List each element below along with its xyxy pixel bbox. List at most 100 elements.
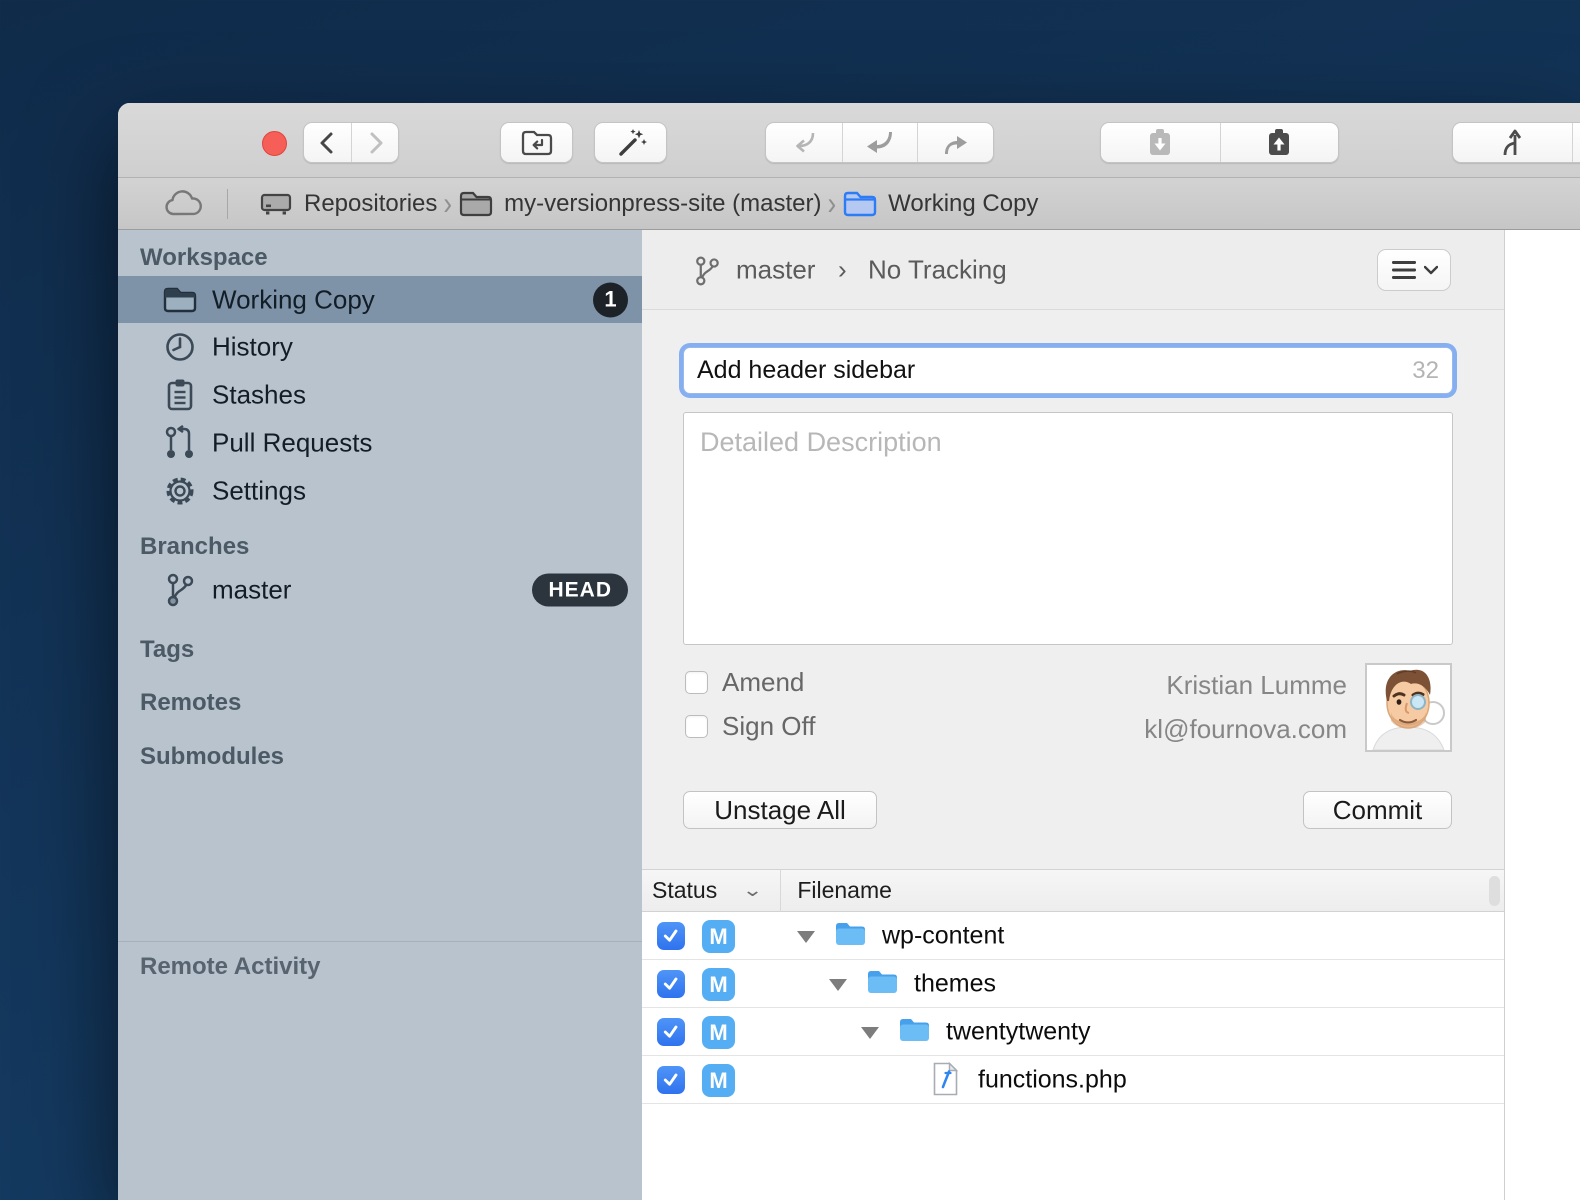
branch-chevron-icon: › xyxy=(838,254,847,285)
sidebar-item-working-copy[interactable]: Working Copy 1 xyxy=(118,276,642,323)
cloud-icon[interactable] xyxy=(163,189,205,219)
file-list: M wp-content M xyxy=(642,912,1504,1200)
commit-panel: master › No Tracking 32 xyxy=(642,230,1505,1200)
stage-checkbox[interactable] xyxy=(657,1066,685,1094)
unstage-all-button[interactable]: Unstage All xyxy=(683,791,877,829)
author-email: kl@fournova.com xyxy=(1144,707,1347,751)
commit-description-textarea[interactable] xyxy=(683,412,1453,645)
unstage-all-label: Unstage All xyxy=(714,795,846,826)
commit-button[interactable]: Commit xyxy=(1303,791,1452,829)
working-copy-folder-icon xyxy=(161,281,199,319)
sidebar-item-settings[interactable]: Settings xyxy=(118,467,642,515)
file-row-wp-content[interactable]: M wp-content xyxy=(642,912,1504,960)
filename-column-header[interactable]: Filename xyxy=(781,877,892,904)
gear-icon xyxy=(161,472,199,510)
stage-checkbox[interactable] xyxy=(657,970,685,998)
check-icon xyxy=(661,974,681,994)
open-repository-button[interactable] xyxy=(501,123,572,162)
working-copy-count-badge: 1 xyxy=(593,282,628,317)
stash-save-icon xyxy=(1145,127,1175,159)
file-list-header: Status ⌄ Filename xyxy=(642,869,1504,912)
merge-button[interactable] xyxy=(1453,123,1572,162)
file-row-themes[interactable]: M themes xyxy=(642,960,1504,1008)
file-name: themes xyxy=(914,969,996,998)
head-badge: HEAD xyxy=(532,574,628,607)
sidebar-item-branch-master[interactable]: master HEAD xyxy=(118,566,642,614)
fetch-button[interactable] xyxy=(766,123,842,162)
pull-arrow-icon xyxy=(865,129,895,157)
disclosure-triangle-icon[interactable] xyxy=(861,1027,879,1039)
author-avatar[interactable] xyxy=(1365,663,1452,752)
breadcrumb-label: Working Copy xyxy=(888,190,1038,218)
quick-actions-button[interactable] xyxy=(595,123,666,162)
sidebar-header-remote-activity: Remote Activity xyxy=(140,953,321,981)
stage-checkbox[interactable] xyxy=(657,922,685,950)
magic-wand-icon xyxy=(615,127,647,159)
content-area: Workspace Working Copy 1 xyxy=(118,230,1580,1200)
file-name: functions.php xyxy=(978,1065,1127,1094)
disclosure-triangle-icon[interactable] xyxy=(797,931,815,943)
toolbar xyxy=(118,103,1580,178)
folder-return-icon xyxy=(520,128,554,158)
breadcrumb-working-copy[interactable]: Working Copy xyxy=(842,189,1038,219)
merge-group xyxy=(1452,122,1580,163)
forward-button[interactable] xyxy=(351,123,398,162)
author-name: Kristian Lumme xyxy=(1144,663,1347,707)
chevron-right-icon xyxy=(362,130,388,156)
quick-actions-group xyxy=(594,122,667,163)
breadcrumb-repo[interactable]: my-versionpress-site (master) xyxy=(458,189,821,219)
modified-status-badge: M xyxy=(702,920,735,953)
php-file-icon xyxy=(932,1062,959,1096)
tracking-status-label[interactable]: No Tracking xyxy=(868,254,1007,285)
breadcrumb-label: Repositories xyxy=(304,190,437,218)
sign-off-row: Sign Off xyxy=(685,711,815,741)
git-branch-icon xyxy=(161,571,199,609)
view-options-button[interactable] xyxy=(1377,249,1451,291)
sidebar-item-label: Stashes xyxy=(212,380,306,411)
pull-button[interactable] xyxy=(842,123,918,162)
app-window: Repositories › my-versionpress-site (mas… xyxy=(118,103,1580,1200)
sidebar-item-label: History xyxy=(212,332,293,363)
check-icon xyxy=(661,1022,681,1042)
pull-request-icon xyxy=(161,424,199,462)
commit-button-label: Commit xyxy=(1333,795,1423,826)
breadcrumb-repositories[interactable]: Repositories xyxy=(258,188,437,220)
push-button[interactable] xyxy=(917,123,993,162)
stage-checkbox[interactable] xyxy=(657,1018,685,1046)
commit-subject-input[interactable] xyxy=(684,348,1452,393)
breadcrumb-separator xyxy=(227,189,228,219)
amend-checkbox[interactable] xyxy=(685,671,708,694)
current-branch-label[interactable]: master xyxy=(736,254,815,285)
disclosure-triangle-icon[interactable] xyxy=(829,979,847,991)
hamburger-icon xyxy=(1391,260,1417,280)
modified-status-badge: M xyxy=(702,1016,735,1049)
toolbar-cutoff-button[interactable] xyxy=(1572,123,1580,162)
working-copy-folder-icon xyxy=(842,189,878,219)
sign-off-checkbox[interactable] xyxy=(685,715,708,738)
sidebar-header-remotes: Remotes xyxy=(140,689,241,717)
back-button[interactable] xyxy=(304,123,351,162)
sidebar-item-history[interactable]: History xyxy=(118,323,642,371)
modified-status-badge: M xyxy=(702,968,735,1001)
modified-status-badge: M xyxy=(702,1064,735,1097)
fetch-arrow-icon xyxy=(789,129,819,157)
file-row-functions-php[interactable]: M functions.php xyxy=(642,1056,1504,1104)
sidebar-item-stashes[interactable]: Stashes xyxy=(118,371,642,419)
sidebar-header-submodules: Submodules xyxy=(140,743,284,771)
status-column-header[interactable]: Status xyxy=(642,877,717,904)
sync-group xyxy=(765,122,994,163)
status-sort-chevron-icon[interactable]: ⌄ xyxy=(742,880,763,901)
check-icon xyxy=(661,926,681,946)
scrollbar-thumb[interactable] xyxy=(1489,876,1500,906)
sidebar-item-label: Working Copy xyxy=(212,284,375,315)
stash-apply-icon xyxy=(1264,127,1294,159)
close-window-button[interactable] xyxy=(262,131,287,156)
folder-icon xyxy=(866,968,899,996)
folder-icon xyxy=(898,1016,931,1044)
file-row-twentytwenty[interactable]: M twentytwenty xyxy=(642,1008,1504,1056)
apply-stash-button[interactable] xyxy=(1220,123,1339,162)
sidebar-item-pull-requests[interactable]: Pull Requests xyxy=(118,419,642,467)
branch-header: master › No Tracking xyxy=(642,230,1504,310)
save-stash-button[interactable] xyxy=(1101,123,1220,162)
breadcrumb: Repositories › my-versionpress-site (mas… xyxy=(118,178,1580,230)
